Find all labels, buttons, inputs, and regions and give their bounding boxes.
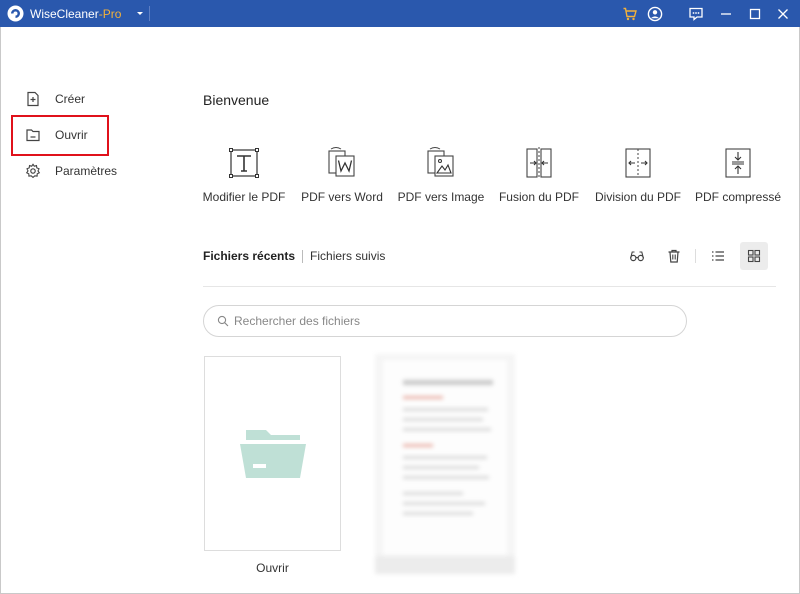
tool-label: Fusion du PDF	[498, 190, 580, 204]
preview-line	[403, 428, 491, 431]
open-file-card[interactable]	[204, 356, 341, 551]
tool-bar: Modifier le PDF PDF vers Word PDF vers I…	[0, 146, 800, 216]
tool-compress-pdf[interactable]: PDF compressé	[688, 146, 788, 204]
grid-view-button[interactable]	[740, 242, 768, 270]
tool-pdf-to-image[interactable]: PDF vers Image	[391, 146, 491, 204]
edit-text-icon	[229, 148, 259, 178]
minimize-button[interactable]	[716, 4, 736, 24]
preview-line	[403, 476, 489, 479]
folder-icon	[240, 430, 306, 478]
preview-line	[403, 502, 485, 505]
preview-line	[403, 418, 483, 421]
file-tabs: Fichiers récents Fichiers suivis	[203, 248, 385, 264]
app-title: WiseCleaner-Pro	[30, 7, 122, 21]
compress-pdf-icon	[725, 148, 751, 178]
preview-line	[403, 408, 488, 411]
feedback-icon	[689, 7, 703, 21]
preview-line	[403, 456, 487, 459]
reading-glasses-icon	[630, 251, 644, 262]
preview-line	[403, 380, 493, 385]
preview-line	[403, 492, 463, 495]
sidebar-item-create[interactable]: Créer	[25, 88, 85, 110]
tool-label: PDF compressé	[694, 190, 782, 204]
user-icon	[647, 6, 663, 22]
tool-merge-pdf[interactable]: Fusion du PDF	[489, 146, 589, 204]
tool-split-pdf[interactable]: Division du PDF	[588, 146, 688, 204]
grid-view-icon	[747, 249, 761, 263]
list-view-icon	[712, 251, 724, 261]
document-preview	[383, 360, 507, 555]
pdf-to-image-icon	[427, 147, 454, 177]
title-bar: WiseCleaner-Pro	[0, 0, 800, 27]
tool-label: PDF vers Word	[301, 190, 383, 204]
title-divider	[149, 6, 150, 21]
section-divider	[203, 286, 776, 287]
close-button[interactable]	[773, 4, 793, 24]
cart-icon	[623, 7, 637, 21]
tab-followed-files[interactable]: Fichiers suivis	[310, 249, 385, 263]
search-input[interactable]	[234, 314, 654, 328]
maximize-button[interactable]	[745, 4, 765, 24]
trash-icon	[668, 249, 680, 263]
account-button[interactable]	[645, 4, 665, 24]
preview-line	[403, 466, 479, 469]
delete-button[interactable]	[660, 242, 688, 270]
recent-file-thumbnail[interactable]	[375, 354, 515, 574]
sidebar-item-label: Créer	[55, 92, 86, 106]
list-view-button[interactable]	[704, 242, 732, 270]
create-file-icon	[27, 91, 39, 107]
tool-label: Modifier le PDF	[202, 190, 286, 204]
close-icon	[778, 9, 788, 19]
thumbnail-caption	[375, 556, 515, 574]
tool-label: PDF vers Image	[397, 190, 485, 204]
minimize-icon	[721, 13, 731, 15]
split-pdf-icon	[625, 148, 651, 178]
preview-line	[403, 444, 433, 447]
reading-mode-button[interactable]	[623, 242, 651, 270]
app-logo-icon	[7, 5, 24, 22]
preview-line	[403, 396, 443, 399]
tool-pdf-to-word[interactable]: PDF vers Word	[292, 146, 392, 204]
tab-divider	[302, 249, 304, 263]
search-box[interactable]	[203, 305, 687, 337]
tab-recent-files[interactable]: Fichiers récents	[203, 249, 295, 263]
maximize-icon	[749, 8, 761, 20]
tool-edit-pdf[interactable]: Modifier le PDF	[194, 146, 294, 204]
merge-pdf-icon	[526, 147, 552, 179]
dropdown-icon[interactable]	[134, 7, 146, 19]
preview-line	[403, 512, 473, 515]
tool-label: Division du PDF	[594, 190, 682, 204]
cart-button[interactable]	[620, 4, 640, 24]
pdf-to-word-icon	[328, 147, 355, 177]
search-icon	[217, 315, 229, 327]
action-divider	[695, 249, 696, 263]
feedback-button[interactable]	[686, 4, 706, 24]
open-file-card-label: Ouvrir	[256, 561, 289, 575]
page-title: Bienvenue	[203, 92, 270, 108]
